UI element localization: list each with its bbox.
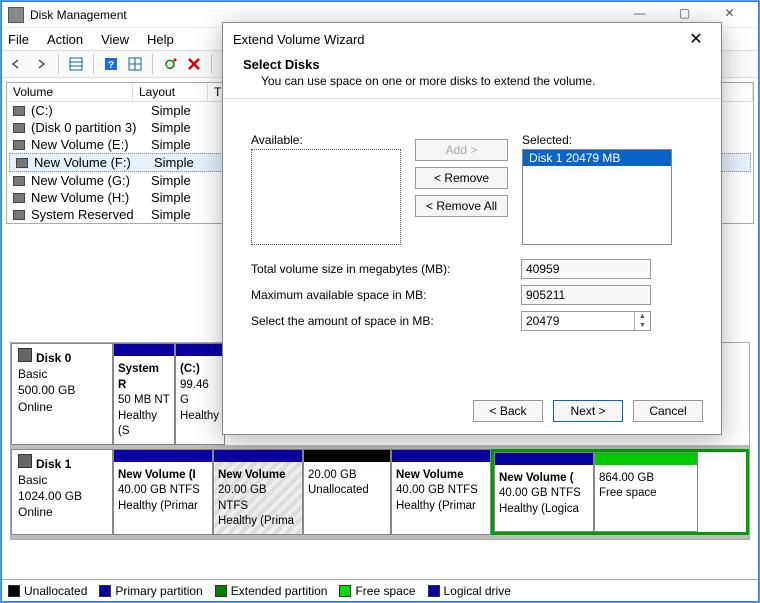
disk-info[interactable]: Disk 0Basic500.00 GBOnline bbox=[11, 343, 113, 445]
menu-file[interactable]: File bbox=[8, 32, 29, 47]
volume-name: System Reserved bbox=[31, 207, 151, 222]
drive-icon bbox=[13, 123, 25, 133]
volume-name: New Volume (H:) bbox=[31, 190, 151, 205]
partition[interactable]: 20.00 GBUnallocated bbox=[303, 449, 391, 535]
dialog-title: Extend Volume Wizard bbox=[233, 32, 365, 47]
disk-icon bbox=[18, 454, 32, 468]
delete-icon[interactable] bbox=[183, 53, 205, 75]
disk-management-window: Disk Management — ▢ ✕ File Action View H… bbox=[1, 1, 759, 602]
volume-layout: Simple bbox=[151, 190, 226, 205]
menu-help[interactable]: Help bbox=[147, 32, 174, 47]
col-layout[interactable]: Layout bbox=[133, 83, 208, 101]
back-button[interactable]: < Back bbox=[473, 400, 543, 422]
disk-icon bbox=[18, 348, 32, 362]
drive-icon bbox=[13, 193, 25, 203]
volume-name: New Volume (E:) bbox=[31, 137, 151, 152]
refresh-icon[interactable] bbox=[159, 53, 181, 75]
drive-icon bbox=[16, 158, 28, 168]
legend-item: Unallocated bbox=[8, 584, 87, 598]
legend-item: Logical drive bbox=[428, 584, 511, 598]
drive-icon bbox=[13, 140, 25, 150]
drive-icon bbox=[13, 210, 25, 220]
volume-layout: Simple bbox=[151, 103, 226, 118]
volume-layout: Simple bbox=[151, 120, 226, 135]
volume-name: (C:) bbox=[31, 103, 151, 118]
extended-partition-group: New Volume (40.00 GB NTFSHealthy (Logica… bbox=[491, 449, 749, 535]
volume-layout: Simple bbox=[151, 173, 226, 188]
partition[interactable]: New Volume (I40.00 GB NTFSHealthy (Prima… bbox=[113, 449, 213, 535]
col-volume[interactable]: Volume bbox=[7, 83, 133, 101]
app-icon bbox=[8, 7, 24, 23]
next-button[interactable]: Next > bbox=[553, 400, 623, 422]
add-button[interactable]: Add > bbox=[415, 139, 508, 161]
cancel-button[interactable]: Cancel bbox=[633, 400, 703, 422]
volume-layout: Simple bbox=[151, 207, 226, 222]
partition[interactable]: 864.00 GBFree space bbox=[594, 452, 698, 532]
drive-icon bbox=[13, 176, 25, 186]
dialog-heading: Select Disks bbox=[243, 57, 701, 72]
total-size-label: Total volume size in megabytes (MB): bbox=[251, 262, 521, 276]
svg-text:?: ? bbox=[108, 60, 114, 71]
partition[interactable]: New Volume40.00 GB NTFSHealthy (Primar bbox=[391, 449, 491, 535]
select-space-label: Select the amount of space in MB: bbox=[251, 314, 521, 328]
partition[interactable]: New Volume (40.00 GB NTFSHealthy (Logica bbox=[494, 452, 594, 532]
available-label: Available: bbox=[251, 133, 401, 147]
volume-name: New Volume (F:) bbox=[34, 155, 154, 170]
window-title: Disk Management bbox=[30, 8, 617, 22]
max-space-label: Maximum available space in MB: bbox=[251, 288, 521, 302]
legend-item: Free space bbox=[339, 584, 415, 598]
total-size-field bbox=[521, 259, 651, 279]
selected-listbox[interactable]: Disk 1 20479 MB bbox=[522, 149, 672, 245]
partition[interactable]: System R50 MB NTHealthy (S bbox=[113, 343, 175, 445]
list-icon[interactable] bbox=[65, 53, 87, 75]
grid-icon[interactable] bbox=[124, 53, 146, 75]
help-icon[interactable]: ? bbox=[100, 53, 122, 75]
drive-icon bbox=[13, 106, 25, 116]
spinner-icon[interactable]: ▲▼ bbox=[634, 312, 650, 330]
legend-item: Primary partition bbox=[99, 584, 202, 598]
select-space-field[interactable] bbox=[521, 311, 651, 331]
menu-view[interactable]: View bbox=[101, 32, 129, 47]
forward-icon[interactable] bbox=[30, 53, 52, 75]
available-listbox[interactable] bbox=[251, 149, 401, 245]
partition[interactable]: New Volume20.00 GB NTFSHealthy (Prima bbox=[213, 449, 303, 535]
menu-action[interactable]: Action bbox=[47, 32, 83, 47]
remove-all-button[interactable]: < Remove All bbox=[415, 195, 508, 217]
max-space-field bbox=[521, 285, 651, 305]
extend-volume-wizard: Extend Volume Wizard ✕ Select Disks You … bbox=[222, 22, 722, 435]
volume-name: (Disk 0 partition 3) bbox=[31, 120, 151, 135]
remove-button[interactable]: < Remove bbox=[415, 167, 508, 189]
legend: Unallocated Primary partition Extended par… bbox=[2, 579, 758, 601]
volume-layout: Simple bbox=[151, 137, 226, 152]
selected-item[interactable]: Disk 1 20479 MB bbox=[523, 150, 671, 166]
partition[interactable]: (C:)99.46 GHealthy bbox=[175, 343, 225, 445]
legend-item: Extended partition bbox=[215, 584, 328, 598]
dialog-subtext: You can use space on one or more disks t… bbox=[261, 74, 701, 88]
dialog-close-icon[interactable]: ✕ bbox=[681, 29, 711, 49]
selected-label: Selected: bbox=[522, 133, 672, 147]
back-icon[interactable] bbox=[6, 53, 28, 75]
volume-layout: Simple bbox=[154, 155, 229, 170]
disk-info[interactable]: Disk 1Basic1024.00 GBOnline bbox=[11, 449, 113, 535]
volume-name: New Volume (G:) bbox=[31, 173, 151, 188]
